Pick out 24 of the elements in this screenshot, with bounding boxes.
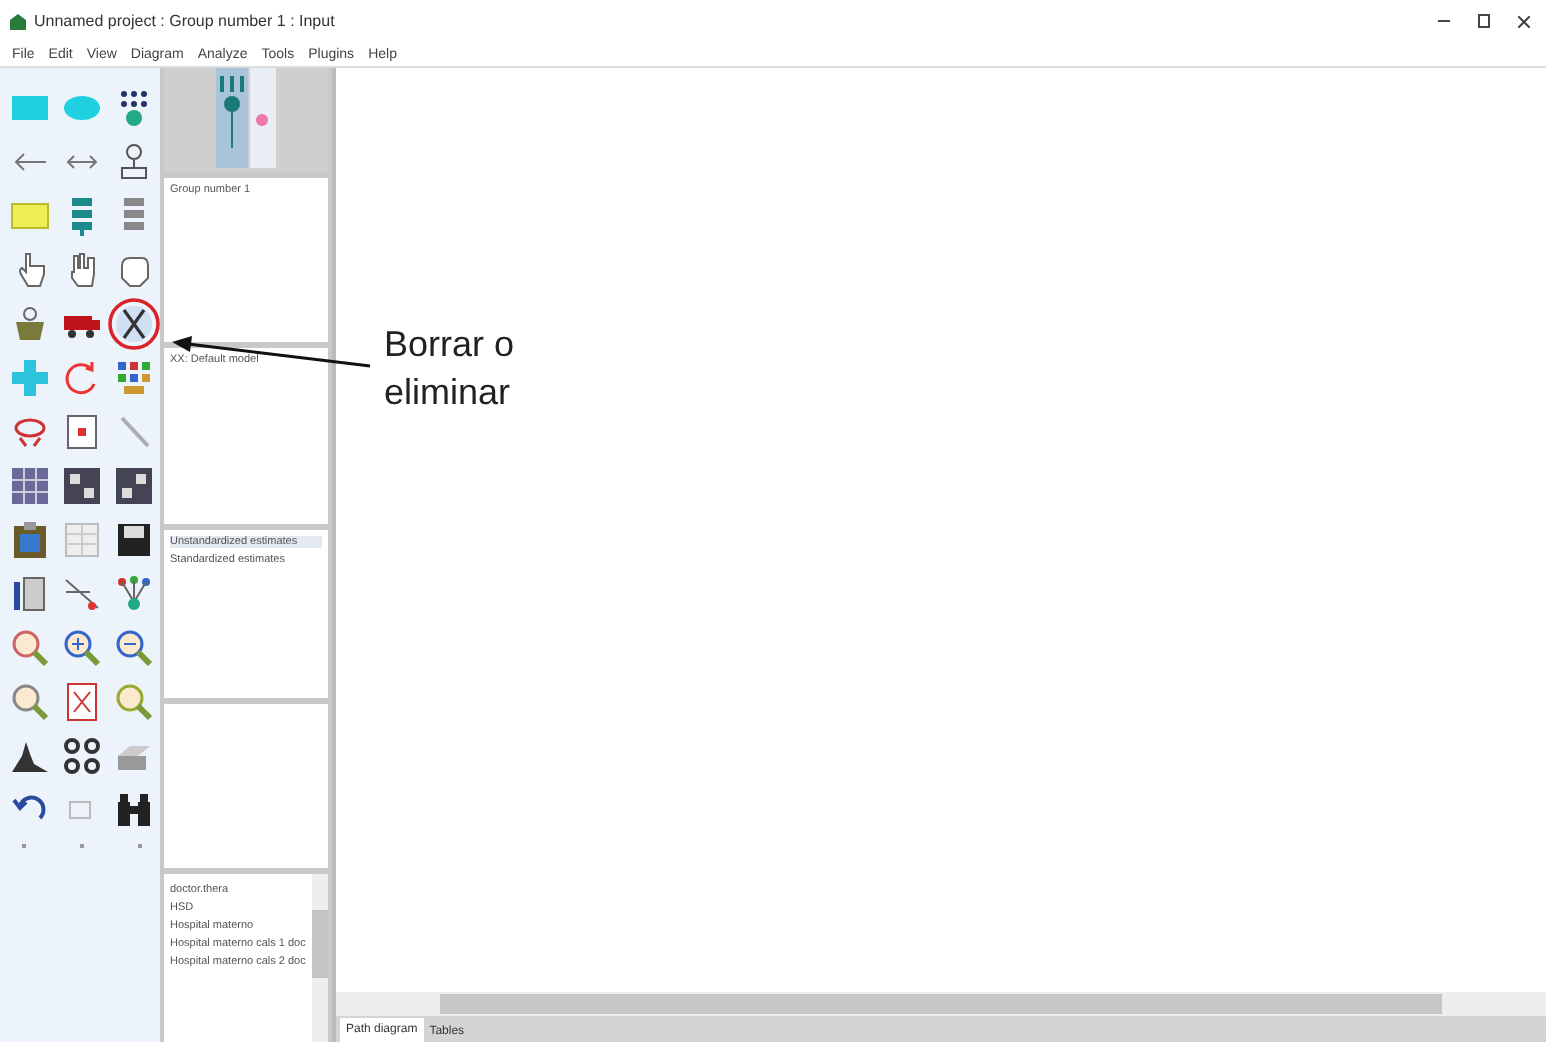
scrollbar[interactable] <box>336 992 1546 1016</box>
magnifier-icon[interactable] <box>10 628 50 668</box>
clipboard-icon[interactable] <box>10 520 50 560</box>
grid-table-icon[interactable] <box>10 466 50 506</box>
tree-icon[interactable] <box>114 574 154 614</box>
diagram-thumbnail <box>216 68 276 168</box>
page-fit-icon[interactable] <box>62 682 102 722</box>
app-icon <box>8 11 28 31</box>
zoom-out-icon[interactable] <box>114 628 154 668</box>
dots-grid-icon[interactable] <box>114 358 154 398</box>
matrix-icon[interactable] <box>62 466 102 506</box>
binoculars-icon[interactable] <box>114 790 154 830</box>
scrollbar[interactable] <box>312 874 328 1042</box>
maximize-icon[interactable] <box>1478 14 1490 28</box>
window-title: Unnamed project : Group number 1 : Input <box>34 12 335 30</box>
close-icon[interactable] <box>1518 15 1530 27</box>
magnifier-icon[interactable] <box>10 682 50 722</box>
matrix-icon[interactable] <box>114 466 154 506</box>
minimize-icon[interactable] <box>1438 19 1450 23</box>
magnifier-icon[interactable] <box>114 682 154 722</box>
zoom-in-icon[interactable] <box>62 628 102 668</box>
delete-icon[interactable] <box>108 298 160 350</box>
annotation-text: Borrar o eliminar <box>384 322 517 416</box>
frame-icon[interactable] <box>62 412 102 452</box>
